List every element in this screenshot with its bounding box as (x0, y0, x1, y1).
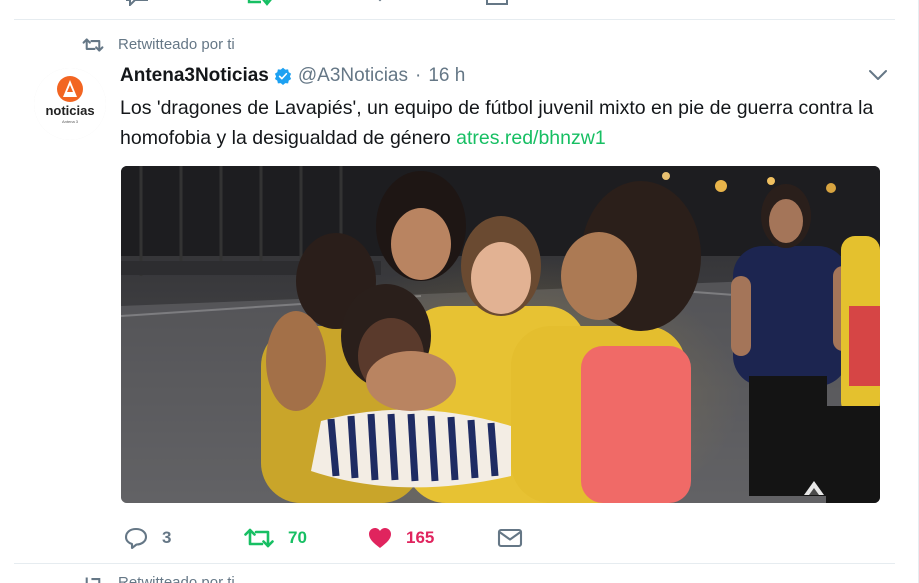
like-button[interactable]: 165 (368, 524, 434, 552)
author-name[interactable]: Antena3Noticias (120, 65, 269, 87)
reply-button[interactable]: 3 (124, 524, 171, 552)
tweet[interactable]: Retwitteado por ti noticias Antena 3 Ant… (14, 20, 895, 564)
previous-like-icon[interactable] (370, 0, 390, 2)
tweet-link[interactable]: atres.red/bhnzw1 (456, 127, 606, 149)
divider (14, 563, 895, 564)
tweet-text: Los 'dragones de Lavapiés', un equipo de… (120, 93, 880, 153)
previous-reply-icon[interactable] (125, 0, 149, 6)
author-handle[interactable]: @A3Noticias (298, 65, 408, 87)
previous-retweet-icon[interactable] (244, 0, 272, 6)
verified-badge-icon (274, 67, 291, 85)
tweet-media-image[interactable] (121, 166, 880, 503)
reply-icon (124, 527, 148, 550)
retweet-context: Retwitteado por ti (82, 36, 235, 53)
retweet-icon (82, 37, 104, 52)
retweet-button[interactable]: 70 (244, 524, 307, 552)
avatar-logo-subtext: Antena 3 (62, 119, 79, 124)
retweet-count: 70 (288, 528, 307, 547)
tweet-header: Antena3Noticias @A3Noticias · 16 h (120, 64, 895, 88)
video-still (121, 166, 880, 503)
retweet-icon (244, 528, 274, 548)
chevron-down-icon[interactable] (869, 69, 887, 81)
dm-button[interactable] (497, 524, 523, 552)
separator-dot: · (414, 65, 422, 86)
antena3-logo: noticias Antena 3 (34, 68, 106, 140)
retweet-context-label[interactable]: Retwitteado por ti (118, 36, 235, 53)
avatar-logo-text: noticias (45, 103, 94, 118)
next-retweet-label[interactable]: Retwitteado por ti (118, 574, 235, 583)
reply-count: 3 (162, 528, 172, 547)
next-tweet-retweet-context: Retwitteado por ti (82, 574, 235, 583)
retweet-icon (85, 577, 101, 583)
heart-icon (369, 528, 391, 548)
like-count: 165 (406, 528, 435, 547)
avatar[interactable]: noticias Antena 3 (34, 68, 106, 140)
previous-envelope-icon[interactable] (486, 0, 508, 6)
envelope-icon (497, 528, 523, 548)
timestamp[interactable]: 16 h (428, 65, 465, 87)
